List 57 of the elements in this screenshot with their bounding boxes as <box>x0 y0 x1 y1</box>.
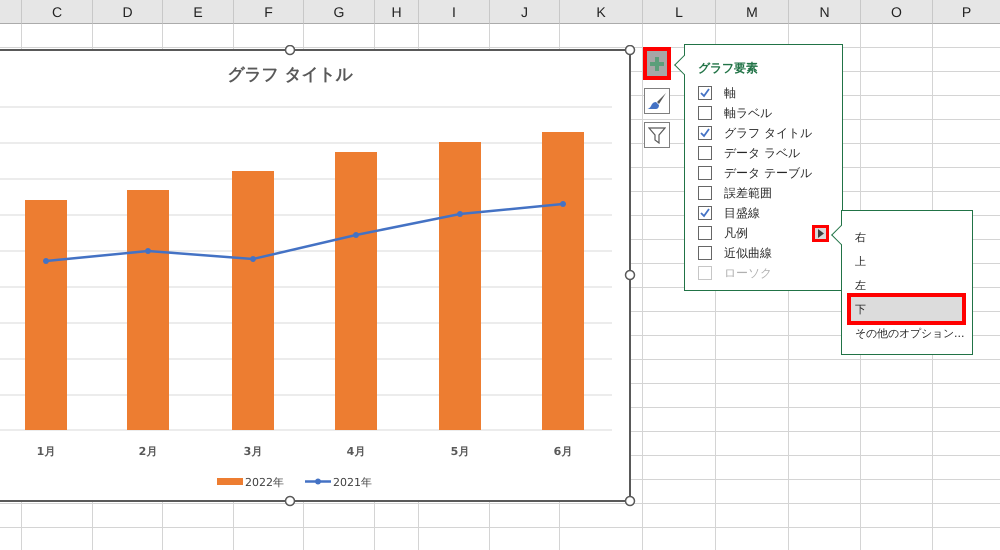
triangle-icon <box>818 229 824 238</box>
column-header[interactable]: J <box>490 0 560 24</box>
column-header[interactable]: N <box>789 0 861 24</box>
checkbox[interactable] <box>698 166 712 180</box>
menu-item[interactable]: 上 <box>847 249 966 273</box>
filter-icon <box>648 126 666 144</box>
resize-handle[interactable] <box>624 270 636 280</box>
checkbox[interactable] <box>698 226 712 240</box>
option-label[interactable]: 目盛線 <box>724 204 760 222</box>
column-header[interactable]: E <box>163 0 234 24</box>
option-label[interactable]: データ テーブル <box>724 164 812 182</box>
menu-item[interactable]: 下 <box>847 293 966 325</box>
option-label[interactable]: 近似曲線 <box>724 244 772 262</box>
column-header[interactable]: M <box>716 0 789 24</box>
resize-handle[interactable] <box>624 496 636 506</box>
brush-icon <box>647 92 667 110</box>
panel-title: グラフ要素 <box>698 60 758 77</box>
axis-label: 1月 <box>36 445 56 458</box>
axis-label: 4月 <box>346 445 366 458</box>
chart-title: グラフ タイトル <box>228 65 352 85</box>
column-header[interactable]: G <box>304 0 375 24</box>
checkbox[interactable] <box>698 146 712 160</box>
plus-icon <box>650 56 664 70</box>
legend-label: 2021年 <box>333 476 372 489</box>
option-label[interactable]: 軸 <box>724 84 736 102</box>
column-header[interactable]: C <box>22 0 93 24</box>
resize-handle[interactable] <box>284 45 296 56</box>
column-header[interactable]: O <box>861 0 933 24</box>
submenu-arrow-button[interactable] <box>812 225 829 242</box>
axis-label: 6月 <box>554 445 572 458</box>
option-label[interactable]: グラフ タイトル <box>724 124 812 142</box>
checkbox[interactable] <box>698 186 712 200</box>
checkbox[interactable] <box>698 246 712 260</box>
menu-item[interactable]: 右 <box>847 225 966 249</box>
option-label[interactable]: データ ラベル <box>724 144 800 162</box>
resize-handle[interactable] <box>284 496 296 506</box>
resize-handle[interactable] <box>624 45 636 56</box>
column-header[interactable]: H <box>375 0 419 24</box>
column-header[interactable]: F <box>234 0 304 24</box>
column-header[interactable]: K <box>560 0 643 24</box>
chart-filter-button[interactable] <box>644 122 670 148</box>
axis-label: 5月 <box>450 445 470 458</box>
option-label[interactable]: 軸ラベル <box>724 104 772 122</box>
checkbox[interactable] <box>698 206 712 220</box>
option-label[interactable]: 凡例 <box>724 224 748 242</box>
chart-styles-button[interactable] <box>644 88 670 114</box>
column-header[interactable]: P <box>933 0 1000 24</box>
option-label[interactable]: 誤差範囲 <box>724 184 772 202</box>
checkbox[interactable] <box>698 86 712 100</box>
axis-label: 3月 <box>244 445 262 458</box>
column-header[interactable]: D <box>93 0 163 24</box>
checkbox[interactable] <box>698 106 712 120</box>
legend-label: 2022年 <box>245 476 284 489</box>
column-header[interactable]: L <box>643 0 716 24</box>
checkbox[interactable] <box>698 126 712 140</box>
axis-label: 2月 <box>138 445 158 458</box>
column-header[interactable]: I <box>419 0 490 24</box>
